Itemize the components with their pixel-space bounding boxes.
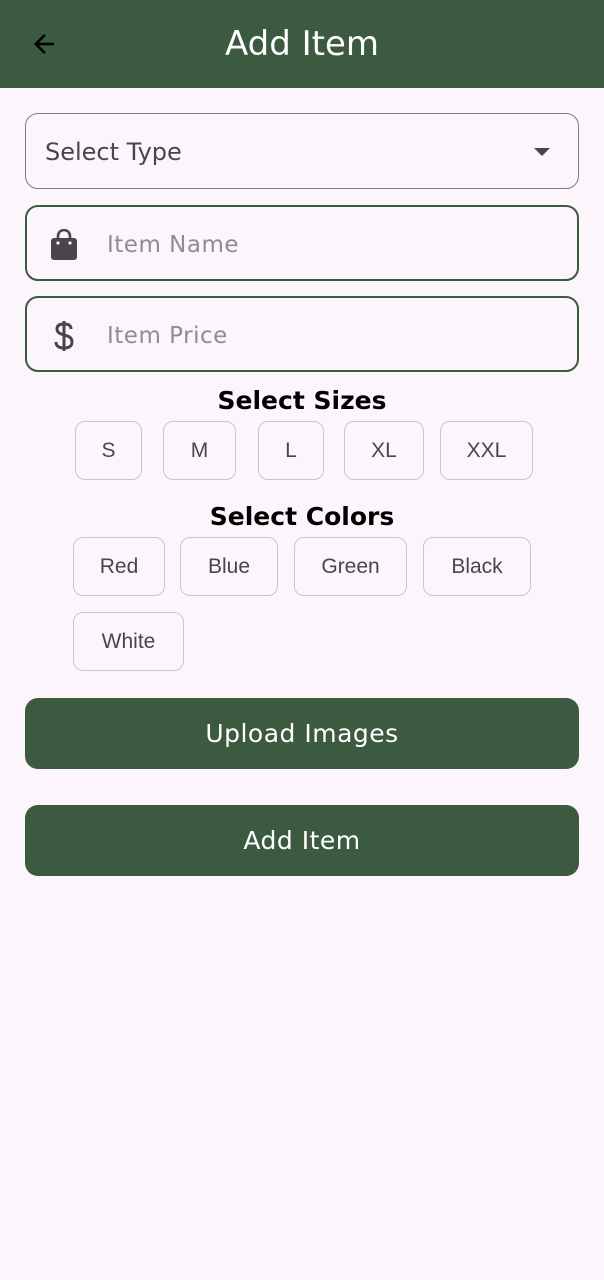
color-chip-label: Blue <box>207 554 251 578</box>
size-chip-s[interactable]: S <box>75 421 142 480</box>
dollar-icon <box>49 318 79 354</box>
item-price-input[interactable] <box>107 316 557 356</box>
size-chip-xl[interactable]: XL <box>344 421 424 480</box>
color-chip-blue[interactable]: Blue <box>180 537 278 596</box>
type-select-value: Select Type <box>45 138 182 166</box>
color-chip-black[interactable]: Black <box>423 537 531 596</box>
size-chip-label: S <box>101 438 116 462</box>
size-chip-label: XL <box>371 438 397 462</box>
color-chip-red[interactable]: Red <box>73 537 165 596</box>
size-chip-m[interactable]: M <box>163 421 236 480</box>
color-chip-label: Red <box>99 554 139 578</box>
size-chip-label: M <box>190 438 209 462</box>
size-chip-l[interactable]: L <box>258 421 324 480</box>
shopping-bag-icon <box>49 227 79 263</box>
size-chip-label: XXL <box>466 438 507 462</box>
sizes-title: Select Sizes <box>217 386 387 415</box>
upload-images-button[interactable]: Upload Images <box>25 698 579 769</box>
type-select[interactable]: Select Type <box>25 113 579 189</box>
add-item-button[interactable]: Add Item <box>25 805 579 876</box>
color-chip-label: Black <box>451 554 503 578</box>
color-chip-white[interactable]: White <box>73 612 184 671</box>
item-name-field[interactable] <box>25 205 579 281</box>
size-chip-xxl[interactable]: XXL <box>440 421 533 480</box>
color-chip-green[interactable]: Green <box>294 537 407 596</box>
color-chip-label: White <box>101 629 156 653</box>
item-price-field[interactable] <box>25 296 579 372</box>
colors-title: Select Colors <box>209 502 395 531</box>
size-chip-label: L <box>285 438 297 462</box>
page-title: Add Item <box>224 24 380 64</box>
dropdown-caret-icon <box>534 148 550 156</box>
app-bar: Add Item <box>0 0 604 88</box>
item-name-input[interactable] <box>107 225 557 265</box>
color-chip-label: Green <box>321 554 380 578</box>
